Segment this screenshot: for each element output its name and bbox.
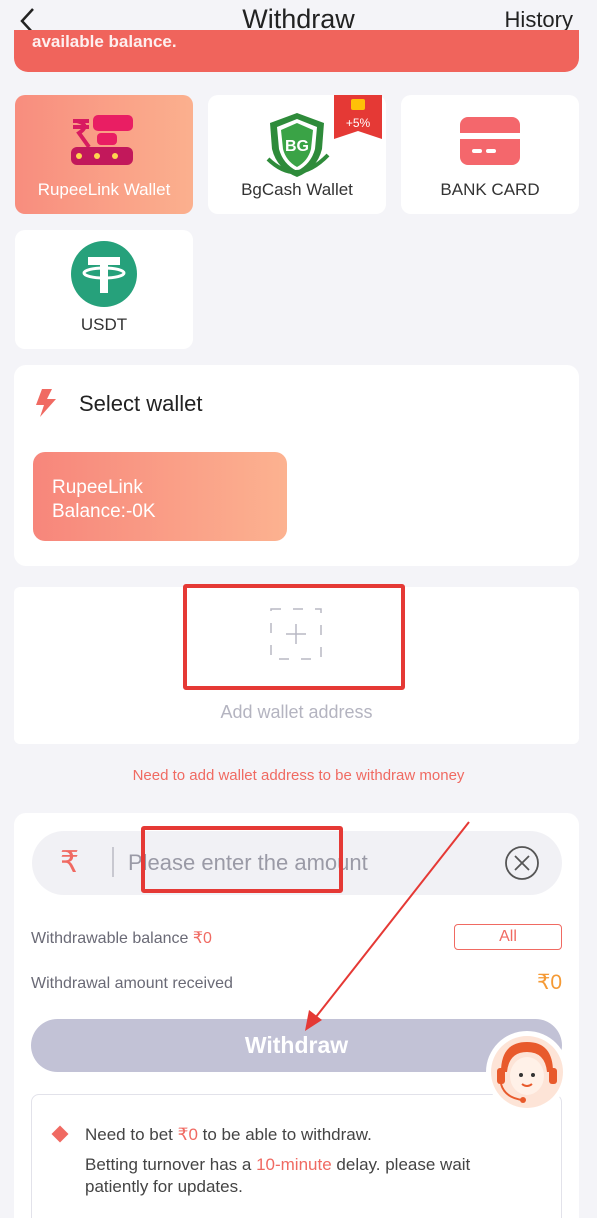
bet-amount: ₹0 — [177, 1125, 198, 1144]
bet-requirement-text: Need to bet ₹0 to be able to withdraw. — [85, 1125, 372, 1145]
lightning-icon — [36, 389, 56, 417]
wallet-option-rupeelink[interactable]: RupeeLink Balance:-0K — [33, 452, 287, 541]
withdrawable-label: Withdrawable balance — [31, 930, 189, 947]
received-label: Withdrawal amount received — [31, 975, 233, 992]
method-bank-card[interactable]: BANK CARD — [401, 95, 579, 214]
method-rupeelink-wallet[interactable]: RupeeLink Wallet — [15, 95, 193, 214]
withdrawable-balance-row: Withdrawable balance ₹0 — [31, 928, 212, 948]
svg-text:BG: BG — [285, 138, 309, 155]
withdraw-button[interactable]: Withdraw — [31, 1019, 562, 1072]
method-label: BgCash Wallet — [241, 180, 353, 199]
tether-icon — [71, 241, 137, 307]
rupeelink-logo-icon — [71, 115, 133, 165]
notice-banner: available balance. — [14, 30, 579, 72]
bonus-badge-icon: +5% — [334, 95, 382, 139]
bet-info-box: Need to bet ₹0 to be able to withdraw. B… — [31, 1094, 562, 1218]
bet-line1-suffix: to be able to withdraw. — [202, 1125, 372, 1144]
rupee-icon: ₹ — [60, 846, 80, 879]
diamond-bullet-icon — [51, 1125, 69, 1143]
select-wallet-card: Select wallet RupeeLink Balance:-0K — [14, 365, 579, 566]
method-label: BANK CARD — [440, 180, 540, 199]
bet-line1-prefix: Need to bet — [85, 1125, 173, 1144]
input-divider — [112, 847, 114, 877]
bet-delay-text: Betting turnover has a 10-minute delay. … — [85, 1154, 525, 1198]
notice-text: available balance. — [32, 32, 177, 51]
method-bgcash-wallet[interactable]: BG +5% BgCash Wallet — [208, 95, 386, 214]
all-button[interactable]: All — [454, 924, 562, 950]
received-value: ₹0 — [536, 971, 562, 994]
withdrawable-value: ₹0 — [192, 930, 212, 947]
wallet-name: RupeeLink — [52, 477, 143, 498]
wallet-required-note: Need to add wallet address to be withdra… — [132, 767, 465, 784]
bonus-badge-text: +5% — [346, 116, 371, 130]
customer-support-icon[interactable] — [485, 1030, 569, 1114]
method-label: RupeeLink Wallet — [37, 180, 171, 199]
highlight-box — [183, 584, 405, 690]
bank-card-icon — [460, 117, 520, 165]
wallet-balance: Balance:-0K — [52, 501, 156, 522]
method-label: USDT — [80, 315, 128, 334]
bet-line2-prefix: Betting turnover has a — [85, 1155, 252, 1174]
highlight-box — [141, 826, 343, 893]
bgcash-logo-icon: BG — [266, 113, 330, 177]
add-wallet-label: Add wallet address — [220, 702, 373, 722]
select-wallet-title: Select wallet — [79, 391, 203, 416]
method-usdt[interactable]: USDT — [15, 230, 193, 349]
bet-delay-value: 10-minute — [256, 1155, 332, 1174]
clear-icon[interactable] — [504, 845, 540, 881]
